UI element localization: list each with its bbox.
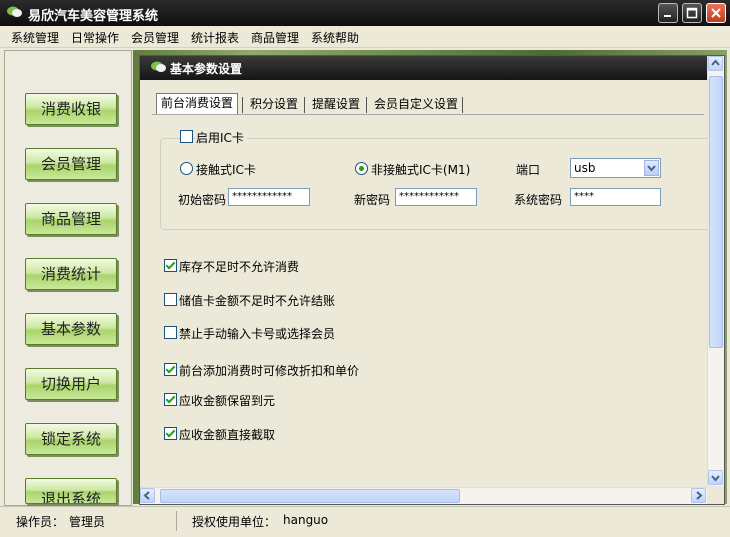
port-value: usb xyxy=(574,161,596,175)
scroll-right-button[interactable] xyxy=(691,488,706,503)
option-label: 储值卡金额不足时不允许结账 xyxy=(179,294,336,308)
contactless-ic-radio[interactable] xyxy=(355,162,368,175)
sidebar: 消费收银 会员管理 商品管理 消费统计 基本参数 切换用户 锁定系统 退出系统 xyxy=(4,50,132,506)
tab-underline xyxy=(152,114,704,115)
title-bar: 易欣汽车美容管理系统 xyxy=(0,0,730,26)
license-label: 授权使用单位： xyxy=(192,515,277,529)
chevron-down-icon xyxy=(711,475,720,482)
option-checkbox[interactable] xyxy=(164,326,177,339)
option-label: 库存不足时不允许消费 xyxy=(179,260,300,274)
sidebar-button-members[interactable]: 会员管理 xyxy=(25,148,117,180)
option-label: 应收金额直接截取 xyxy=(179,428,276,442)
menu-daily[interactable]: 日常操作 xyxy=(71,29,119,46)
system-password-label: 系统密码 xyxy=(514,193,563,207)
contactless-ic-label: 非接触式IC卡(M1) xyxy=(371,163,471,177)
chevron-right-icon xyxy=(696,491,703,500)
horizontal-scroll-thumb[interactable] xyxy=(160,489,460,503)
new-password-label: 新密码 xyxy=(354,193,391,207)
sidebar-button-statistics[interactable]: 消费统计 xyxy=(25,258,117,290)
tab-separator xyxy=(462,97,463,113)
tab-reminders[interactable]: 提醒设置 xyxy=(308,95,364,114)
scroll-up-button[interactable] xyxy=(708,56,723,71)
tab-frontdesk[interactable]: 前台消费设置 xyxy=(156,93,239,115)
new-password-field[interactable]: ************ xyxy=(395,188,477,206)
option-checkbox[interactable] xyxy=(164,427,177,440)
menu-reports[interactable]: 统计报表 xyxy=(191,29,239,46)
ic-card-group xyxy=(160,138,710,230)
sidebar-button-products[interactable]: 商品管理 xyxy=(25,203,117,235)
status-bar: 操作员： 管理员 授权使用单位： hanguo xyxy=(0,506,730,537)
scroll-down-button[interactable] xyxy=(708,470,723,485)
chevron-up-icon xyxy=(711,59,720,66)
maximize-button[interactable] xyxy=(682,3,702,23)
tab-points[interactable]: 积分设置 xyxy=(246,95,302,114)
menu-help[interactable]: 系统帮助 xyxy=(311,29,359,46)
sidebar-button-checkout[interactable]: 消费收银 xyxy=(25,93,117,125)
system-password-field[interactable]: **** xyxy=(570,188,661,206)
tab-separator xyxy=(242,97,243,113)
tab-member-custom[interactable]: 会员自定义设置 xyxy=(370,95,462,114)
horizontal-scrollbar[interactable] xyxy=(140,487,707,504)
chevron-down-icon[interactable] xyxy=(644,160,659,176)
initial-password-field[interactable]: ************ xyxy=(228,188,310,206)
sidebar-button-switch-user[interactable]: 切换用户 xyxy=(25,368,117,400)
tab-separator xyxy=(304,97,305,113)
initial-password-label: 初始密码 xyxy=(178,193,227,207)
option-label: 禁止手动输入卡号或选择会员 xyxy=(179,327,336,341)
operator-value: 管理员 xyxy=(69,515,106,529)
contact-ic-label: 接触式IC卡 xyxy=(196,163,256,177)
port-select[interactable]: usb xyxy=(570,158,661,178)
sidebar-button-lock[interactable]: 锁定系统 xyxy=(25,423,117,455)
option-label: 前台添加消费时可修改折扣和单价 xyxy=(179,364,360,378)
option-checkbox[interactable] xyxy=(164,259,177,272)
menu-system[interactable]: 系统管理 xyxy=(11,29,59,46)
license-value: hanguo xyxy=(283,513,329,527)
option-label: 应收金额保留到元 xyxy=(179,394,276,408)
sidebar-button-basic-params[interactable]: 基本参数 xyxy=(25,313,117,345)
window-title: 易欣汽车美容管理系统 xyxy=(28,9,159,24)
option-checkbox[interactable] xyxy=(164,363,177,376)
option-checkbox[interactable] xyxy=(164,393,177,406)
settings-title-bar: 基本参数设置 xyxy=(140,56,724,80)
minimize-button[interactable] xyxy=(658,3,678,23)
chevron-left-icon xyxy=(143,491,150,500)
option-checkbox[interactable] xyxy=(164,293,177,306)
port-label: 端口 xyxy=(516,163,541,177)
menu-member[interactable]: 会员管理 xyxy=(131,29,179,46)
close-icon xyxy=(711,8,721,18)
enable-ic-card-checkbox[interactable] xyxy=(180,130,193,143)
menu-bar: 系统管理 日常操作 会员管理 统计报表 商品管理 系统帮助 xyxy=(0,26,730,48)
vertical-scroll-thumb[interactable] xyxy=(709,76,723,348)
minimize-icon xyxy=(664,15,671,17)
maximize-icon xyxy=(686,7,698,19)
vertical-scrollbar[interactable] xyxy=(707,56,724,486)
status-divider xyxy=(176,511,177,531)
settings-title: 基本参数设置 xyxy=(170,62,243,76)
menu-products[interactable]: 商品管理 xyxy=(251,29,299,46)
enable-ic-card-label: 启用IC卡 xyxy=(196,129,247,146)
close-button[interactable] xyxy=(706,3,726,23)
sidebar-button-exit[interactable]: 退出系统 xyxy=(25,478,117,504)
tab-separator xyxy=(366,97,367,113)
settings-window: 基本参数设置 前台消费设置 积分设置 提醒设置 会员自定义设置 启用IC卡 接触… xyxy=(139,55,725,505)
settings-window-icon xyxy=(151,61,166,72)
app-logo-icon xyxy=(7,6,22,17)
contact-ic-radio[interactable] xyxy=(180,162,193,175)
scroll-left-button[interactable] xyxy=(140,488,155,503)
operator-label: 操作员： xyxy=(16,515,65,529)
